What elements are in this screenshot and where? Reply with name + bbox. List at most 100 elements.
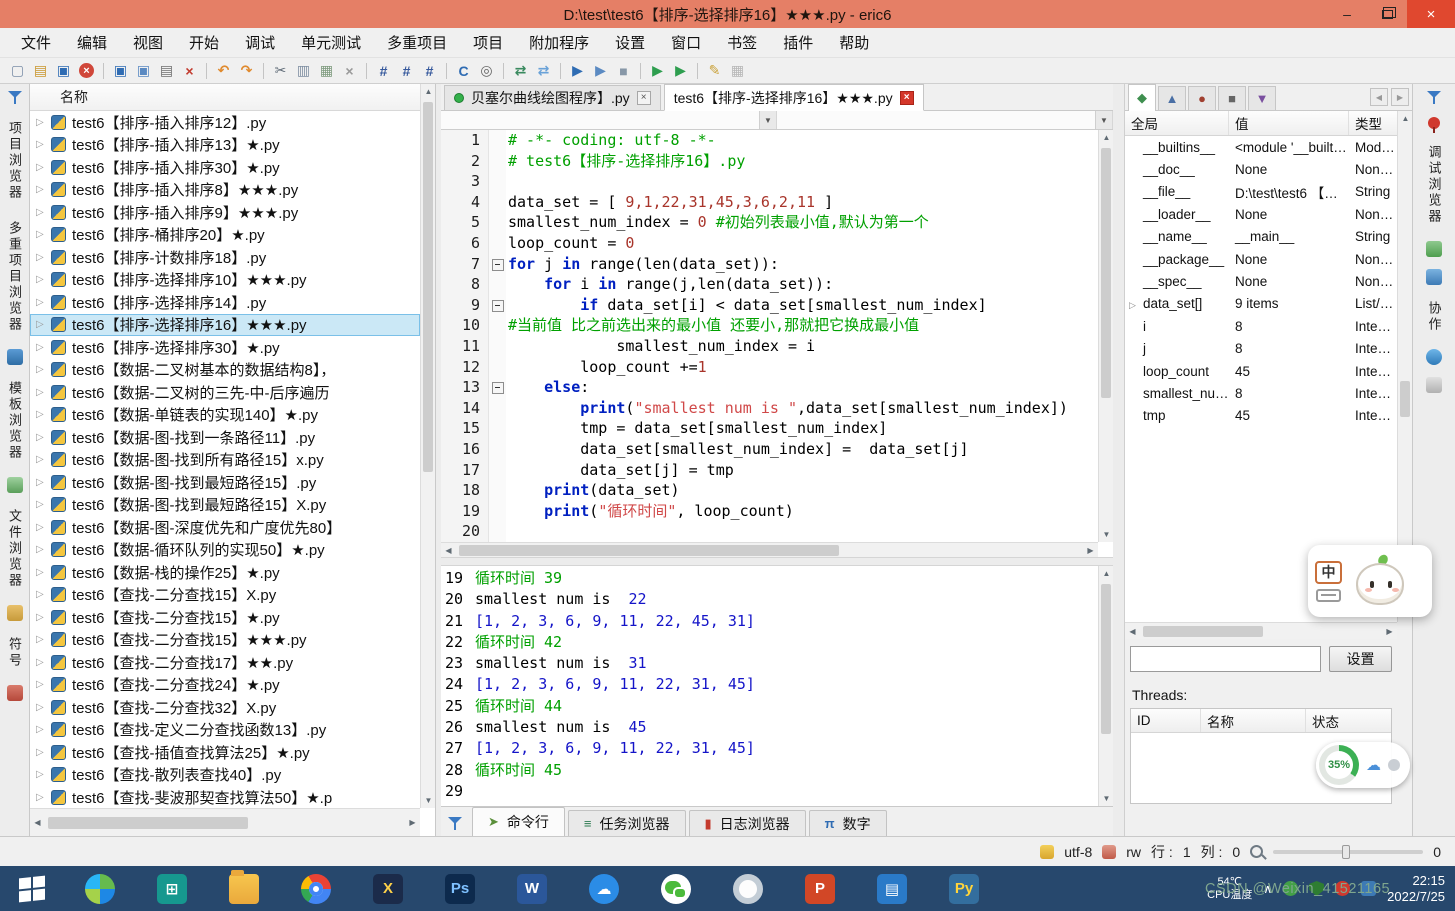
toolbar-icon[interactable] <box>442 60 451 81</box>
toolbar-icon[interactable] <box>556 60 565 81</box>
tree-item[interactable]: test6【数据-单链表的实现140】★.py <box>30 404 420 427</box>
scroll-up-icon[interactable]: ▲ <box>1099 130 1114 145</box>
expander-icon[interactable] <box>36 274 51 285</box>
save-icon[interactable]: ▣ <box>110 60 131 81</box>
variable-row[interactable]: __spec__ None NoneType <box>1125 270 1397 292</box>
tree-item[interactable]: test6【排序-插入排序9】★★★.py <box>30 201 420 224</box>
scrollbar-thumb[interactable] <box>1143 626 1263 637</box>
close-file-icon[interactable]: × <box>79 63 94 78</box>
variables-horizontal-scrollbar[interactable]: ◀ ▶ <box>1125 622 1397 639</box>
debug-tab-exceptions[interactable]: ▼ <box>1248 86 1276 110</box>
save-file-icon[interactable]: ▣ <box>53 60 74 81</box>
column-header-type[interactable]: 类型 <box>1349 111 1397 135</box>
tree-item[interactable]: test6【查找-插值查找算法25】★.py <box>30 741 420 764</box>
tab-task-viewer[interactable]: ≡ 任务浏览器 <box>568 810 686 836</box>
filter-funnel-icon[interactable] <box>7 89 23 105</box>
tab-scroll-left-icon[interactable]: ◀ <box>1370 88 1388 106</box>
expander-icon[interactable] <box>36 589 51 600</box>
launcher-grid-app[interactable]: ⊞ <box>157 874 187 904</box>
tree-vertical-scrollbar[interactable]: ▲ ▼ <box>420 84 435 808</box>
variable-row[interactable]: __package__ None NoneType <box>1125 248 1397 270</box>
tree-item[interactable]: test6【查找-定义二分查找函数13】.py <box>30 719 420 742</box>
tree-item[interactable]: test6【排序-选择排序16】★★★.py <box>30 314 420 337</box>
tree-item[interactable]: test6【排序-插入排序12】.py <box>30 111 420 134</box>
tree-item[interactable]: test6【查找-二分查找17】★★.py <box>30 651 420 674</box>
class-navigator-combo[interactable]: ▼ <box>441 111 777 129</box>
menu-item[interactable]: 设置 <box>602 28 658 57</box>
tree-item[interactable]: test6【排序-插入排序13】★.py <box>30 134 420 157</box>
whitespace-icon[interactable]: ▦ <box>727 60 748 81</box>
toolbar-icon[interactable] <box>636 60 645 81</box>
splitter[interactable] <box>441 557 1113 566</box>
powerpoint-app[interactable]: P <box>805 874 835 904</box>
permissions-indicator[interactable]: rw <box>1126 844 1141 860</box>
tree-item[interactable]: test6【查找-散列表查找40】.py <box>30 764 420 787</box>
tree-item[interactable]: test6【排序-选择排序30】★.py <box>30 336 420 359</box>
undo-icon[interactable]: ↶ <box>213 60 234 81</box>
menu-item[interactable]: 项目 <box>460 28 516 57</box>
tree-item[interactable]: test6【数据-图-深度优先和广度优先80】 <box>30 516 420 539</box>
tab-close-icon[interactable]: × <box>637 91 651 105</box>
expander-icon[interactable] <box>36 342 51 353</box>
debug-step-icon[interactable]: ▶ <box>590 60 611 81</box>
cloud-icon[interactable]: ☁ <box>1366 756 1381 774</box>
scroll-left-icon[interactable]: ◀ <box>30 815 45 830</box>
tab-log-viewer[interactable]: ▮ 日志浏览器 <box>689 810 806 836</box>
expander-icon[interactable] <box>36 657 51 668</box>
restore-button[interactable] <box>1367 0 1407 28</box>
toolbar-icon[interactable] <box>362 60 371 81</box>
expander-icon[interactable] <box>36 477 51 488</box>
tree-item[interactable]: test6【排序-选择排序10】★★★.py <box>30 269 420 292</box>
zoom-icon[interactable] <box>1250 845 1263 858</box>
close-button[interactable]: × <box>1407 0 1455 28</box>
tab-close-icon[interactable]: × <box>900 91 914 105</box>
scrollbar-thumb[interactable] <box>423 102 433 472</box>
menu-item[interactable]: 文件 <box>8 28 64 57</box>
tree-column-header[interactable]: 名称 <box>30 84 420 111</box>
variable-row[interactable]: __loader__ None NoneType <box>1125 203 1397 225</box>
tree-item[interactable]: test6【查找-二分查找15】★.py <box>30 606 420 629</box>
debug-tab-sources[interactable]: ▲ <box>1158 86 1186 110</box>
expander-icon[interactable] <box>36 184 51 195</box>
speed-monitor-widget[interactable]: 35% ☁ <box>1316 742 1410 788</box>
toolbar-icon[interactable] <box>99 60 108 81</box>
run-project-icon[interactable]: ▶ <box>670 60 691 81</box>
expander-icon[interactable] <box>36 117 51 128</box>
variable-row[interactable]: tmp 45 Integer <box>1125 405 1397 427</box>
debug-tab-watch[interactable]: ■ <box>1218 86 1246 110</box>
class-browser-icon[interactable]: C <box>453 60 474 81</box>
code-metrics-icon[interactable]: ◎ <box>476 60 497 81</box>
debug-eval-input[interactable] <box>1130 646 1321 672</box>
goto-line-icon[interactable]: # <box>373 60 394 81</box>
column-header-name[interactable]: 全局 <box>1125 111 1229 135</box>
tree-item[interactable]: test6【数据-图-找到所有路径15】x.py <box>30 449 420 472</box>
print-icon[interactable]: ▤ <box>156 60 177 81</box>
expander-icon[interactable] <box>36 522 51 533</box>
start-button[interactable] <box>0 866 64 911</box>
debug-continue-icon[interactable]: ▶ <box>567 60 588 81</box>
zoom-slider-thumb[interactable] <box>1342 845 1350 859</box>
variable-row[interactable]: __builtins__ <module '__builtins__' (bui… <box>1125 136 1397 158</box>
redo-icon[interactable]: ↷ <box>236 60 257 81</box>
tree-item[interactable]: test6【数据-图-找到一条路径11】.py <box>30 426 420 449</box>
scroll-up-icon[interactable]: ▲ <box>1398 111 1413 126</box>
method-navigator-combo[interactable]: ▼ <box>777 111 1113 129</box>
scroll-down-icon[interactable]: ▼ <box>1099 791 1114 806</box>
scroll-right-icon[interactable]: ▶ <box>405 815 420 830</box>
expander-icon[interactable] <box>36 454 51 465</box>
threads-column-name[interactable]: 名称 <box>1201 709 1306 732</box>
python-app[interactable]: Py <box>949 874 979 904</box>
menu-item[interactable]: 帮助 <box>826 28 882 57</box>
scroll-up-icon[interactable]: ▲ <box>421 84 436 99</box>
toolbar-icon[interactable] <box>202 60 211 81</box>
expander-icon[interactable] <box>36 432 51 443</box>
variable-row[interactable]: __file__ D:\test\test6 【排序-选择排序16】★★★.py… <box>1125 181 1397 203</box>
expander-icon[interactable] <box>36 409 51 420</box>
scrollbar-thumb[interactable] <box>48 817 248 829</box>
folder-icon[interactable] <box>7 605 23 621</box>
variable-row[interactable]: i 8 Integer <box>1125 315 1397 337</box>
set-button[interactable]: 设置 <box>1329 646 1392 672</box>
symbols-icon[interactable] <box>7 685 23 701</box>
debug-tab-breakpoints[interactable]: ● <box>1188 86 1216 110</box>
chevron-down-icon[interactable]: ▼ <box>1095 111 1112 129</box>
